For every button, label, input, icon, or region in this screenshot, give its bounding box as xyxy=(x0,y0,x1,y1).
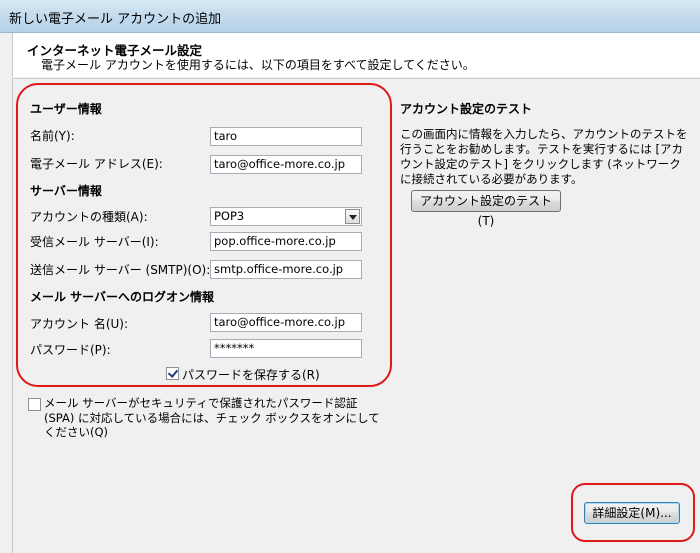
account-name-input[interactable]: taro@office-more.co.jp xyxy=(210,313,362,332)
email-input[interactable]: taro@office-more.co.jp xyxy=(210,155,362,174)
save-password-checkbox[interactable] xyxy=(166,367,179,380)
password-input[interactable]: ******* xyxy=(210,339,362,358)
outgoing-server-input[interactable]: smtp.office-more.co.jp xyxy=(210,260,362,279)
window-title: 新しい電子メール アカウントの追加 xyxy=(9,12,222,27)
server-info-heading: サーバー情報 xyxy=(30,184,102,198)
page-subtitle: 電子メール アカウントを使用するには、以下の項目をすべて設定してください。 xyxy=(41,58,475,72)
test-heading: アカウント設定のテスト xyxy=(400,102,533,116)
user-info-heading: ユーザー情報 xyxy=(30,102,102,116)
email-label: 電子メール アドレス(E): xyxy=(30,157,163,171)
test-description: この画面内に情報を入力したら、アカウントのテストを行うことをお勧めします。テスト… xyxy=(400,127,688,186)
advanced-settings-button[interactable]: 詳細設定(M)... xyxy=(584,502,680,524)
spa-checkbox[interactable] xyxy=(28,398,41,411)
spa-label[interactable]: メール サーバーがセキュリティで保護されたパスワード認証 (SPA) に対応して… xyxy=(44,396,384,440)
incoming-server-label: 受信メール サーバー(I): xyxy=(30,235,159,249)
account-type-select[interactable]: POP3 xyxy=(210,207,362,226)
test-account-button[interactable]: アカウント設定のテスト(T) xyxy=(411,190,561,228)
account-type-value: POP3 xyxy=(214,209,245,223)
name-input[interactable]: taro xyxy=(210,127,362,146)
page-header: インターネット電子メール設定 電子メール アカウントを使用するには、以下の項目を… xyxy=(12,33,700,77)
account-type-label: アカウントの種類(A): xyxy=(30,210,148,224)
incoming-server-input[interactable]: pop.office-more.co.jp xyxy=(210,232,362,251)
save-password-label[interactable]: パスワードを保存する(R) xyxy=(182,366,320,383)
title-bar: 新しい電子メール アカウントの追加 xyxy=(0,0,700,33)
account-name-label: アカウント 名(U): xyxy=(30,317,129,331)
name-label: 名前(Y): xyxy=(30,129,75,143)
password-label: パスワード(P): xyxy=(30,343,111,357)
chevron-down-icon[interactable] xyxy=(345,209,360,224)
logon-info-heading: メール サーバーへのログオン情報 xyxy=(30,290,215,304)
outgoing-server-label: 送信メール サーバー (SMTP)(O): xyxy=(30,263,211,277)
